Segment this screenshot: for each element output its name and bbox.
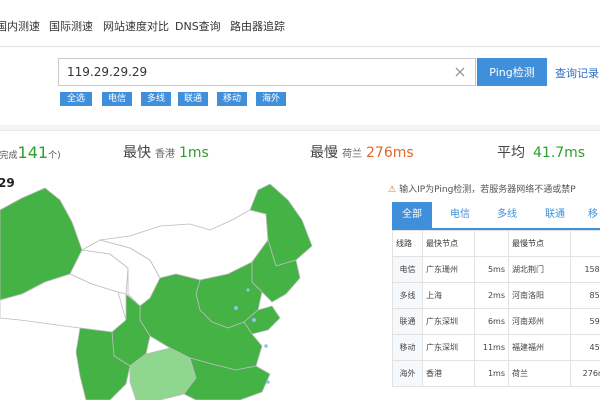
row-fastest-node: 广东珊州 xyxy=(422,256,475,283)
isp-tab-all[interactable]: 全部 xyxy=(392,202,432,228)
table-header-row: 线路 最快节点 最慢节点 xyxy=(392,230,600,257)
china-ping-map: 29 xyxy=(0,170,388,400)
row-fastest-ms: 11ms xyxy=(474,334,509,361)
ip-input[interactable] xyxy=(59,59,439,85)
tab-international-speed[interactable]: 国际测速 xyxy=(49,18,93,34)
clear-icon[interactable] xyxy=(453,65,467,79)
row-line: 移动 xyxy=(392,334,423,361)
node-table: 线路 最快节点 最慢节点 电信 广东珊州 5ms 湖北荆门 158r 多线 上海… xyxy=(392,230,600,387)
table-row: 移动 广东深圳 11ms 福建福州 45r xyxy=(392,334,600,361)
table-row: 电信 广东珊州 5ms 湖北荆门 158r xyxy=(392,256,600,283)
table-row: 联通 广东深圳 6ms 河南郑州 59r xyxy=(392,308,600,335)
header-fastest-ms xyxy=(474,230,509,257)
header-line: 线路 xyxy=(392,230,423,257)
row-fastest-node: 广东深圳 xyxy=(422,308,475,335)
row-slowest-node: 河南郑州 xyxy=(508,308,571,335)
filter-telecom[interactable]: 电信 xyxy=(102,92,132,106)
row-fastest-node: 香港 xyxy=(422,360,475,387)
row-slowest-ms: 158r xyxy=(570,256,600,283)
row-line: 联通 xyxy=(392,308,423,335)
isp-tab-multiline[interactable]: 多线 xyxy=(487,202,527,228)
completion-suffix: 个) xyxy=(48,151,61,161)
row-slowest-ms: 276n xyxy=(570,360,600,387)
slowest-value: 276ms xyxy=(366,145,414,161)
row-slowest-ms: 85r xyxy=(570,282,600,309)
table-row: 海外 香港 1ms 荷兰 276n xyxy=(392,360,600,387)
row-fastest-ms: 5ms xyxy=(474,256,509,283)
header-slowest-node: 最慢节点 xyxy=(508,230,571,257)
average-value: 41.7ms xyxy=(533,145,586,161)
row-slowest-node: 荷兰 xyxy=(508,360,571,387)
query-history-link[interactable]: 查询记录 - xyxy=(555,65,600,81)
filter-overseas[interactable]: 海外 xyxy=(256,92,286,106)
warning-icon: ⚠ xyxy=(388,185,397,195)
average-stat: 平均 41.7ms xyxy=(497,142,585,162)
row-slowest-node: 河南洛阳 xyxy=(508,282,571,309)
row-fastest-node: 广东深圳 xyxy=(422,334,475,361)
row-fastest-node: 上海 xyxy=(422,282,475,309)
row-line: 电信 xyxy=(392,256,423,283)
header-slowest-ms xyxy=(570,230,600,257)
filter-mobile[interactable]: 移动 xyxy=(217,92,247,106)
search-panel: Ping检测 查询记录 - 全选 电信 多线 联通 移动 海外 xyxy=(0,47,600,125)
completion-prefix: (完成 xyxy=(0,151,18,161)
filter-unicom[interactable]: 联通 xyxy=(178,92,208,106)
header-fastest-node: 最快节点 xyxy=(422,230,475,257)
isp-tab-unicom[interactable]: 联通 xyxy=(535,202,575,228)
notice-text: 输入IP为Ping检测，若服务器网络不通或禁P xyxy=(399,185,576,195)
row-fastest-ms: 6ms xyxy=(474,308,509,335)
result-side-panel: ⚠ 输入IP为Ping检测，若服务器网络不通或禁P 全部 电信 多线 联通 移 线… xyxy=(388,170,600,400)
row-slowest-node: 湖北荆门 xyxy=(508,256,571,283)
tab-dns-lookup[interactable]: DNS查询 xyxy=(175,18,221,34)
row-fastest-ms: 2ms xyxy=(474,282,509,309)
row-line: 海外 xyxy=(392,360,423,387)
fastest-value: 1ms xyxy=(179,145,209,161)
average-label: 平均 xyxy=(497,145,525,161)
fastest-label: 最快 xyxy=(123,145,151,161)
ping-notice: ⚠ 输入IP为Ping检测，若服务器网络不通或禁P xyxy=(388,182,576,195)
ping-check-button[interactable]: Ping检测 xyxy=(477,58,547,86)
isp-tab-telecom[interactable]: 电信 xyxy=(440,202,480,228)
completion-count: 141 xyxy=(17,143,49,162)
filter-select-all[interactable]: 全选 xyxy=(60,92,92,106)
search-box xyxy=(58,58,476,86)
fastest-stat: 最快 香港 1ms xyxy=(123,142,209,162)
stats-bar: (完成141个) 最快香港 1ms 最慢荷兰 276ms 平均 41.7ms xyxy=(0,130,600,172)
row-fastest-ms: 1ms xyxy=(474,360,509,387)
table-row: 多线 上海 2ms 河南洛阳 85r xyxy=(392,282,600,309)
map-title: 29 xyxy=(0,176,15,190)
slowest-stat: 最慢 荷兰 276ms xyxy=(310,142,414,162)
top-nav: 国内测速 国际测速 网站速度对比 DNS查询 路由器追踪 xyxy=(0,0,600,47)
row-slowest-ms: 59r xyxy=(570,308,600,335)
completion-stat: (完成141个) xyxy=(0,143,61,162)
isp-tabs: 全部 电信 多线 联通 移 xyxy=(392,202,600,230)
row-slowest-node: 福建福州 xyxy=(508,334,571,361)
fastest-location: 香港 xyxy=(155,149,175,160)
tab-domestic-speed[interactable]: 国内测速 xyxy=(0,18,40,34)
isp-tab-mobile[interactable]: 移 xyxy=(582,202,600,228)
map-svg xyxy=(0,183,313,400)
row-slowest-ms: 45r xyxy=(570,334,600,361)
tab-site-speed-compare[interactable]: 网站速度对比 xyxy=(103,18,169,34)
slowest-location: 荷兰 xyxy=(342,149,362,160)
slowest-label: 最慢 xyxy=(310,145,338,161)
row-line: 多线 xyxy=(392,282,423,309)
filter-multiline[interactable]: 多线 xyxy=(141,92,171,106)
tab-traceroute[interactable]: 路由器追踪 xyxy=(230,18,285,34)
